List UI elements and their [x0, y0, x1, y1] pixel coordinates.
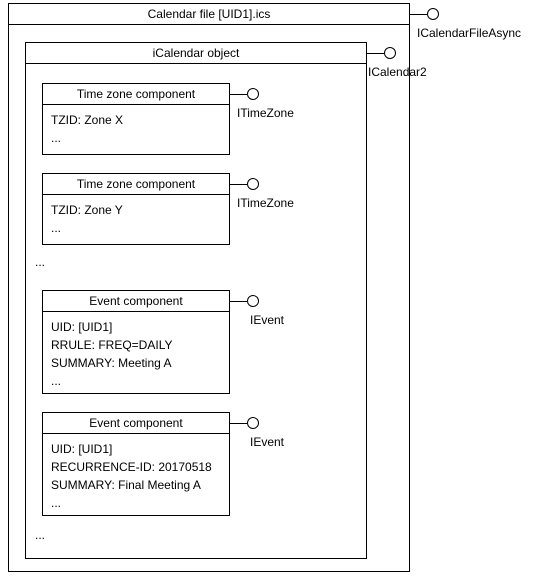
ellipsis-line: ... — [51, 494, 221, 512]
timezone-component-1-body: TZID: Zone X ... — [43, 105, 229, 153]
summary-line: SUMMARY: Final Meeting A — [51, 476, 221, 494]
interface-label-icalendar: ICalendar2 — [368, 65, 427, 79]
calendar-file-title: Calendar file [UID1].ics — [9, 4, 409, 25]
timezone-component-2-body: TZID: Zone Y ... — [43, 195, 229, 243]
interface-circle-icon — [427, 8, 439, 20]
icalendar-object-title: iCalendar object — [26, 43, 366, 64]
interface-circle-icon — [247, 295, 259, 307]
tzid-line: TZID: Zone Y — [51, 201, 221, 219]
section-ellipsis: ... — [35, 528, 45, 542]
interface-label-tz1: ITimeZone — [237, 106, 294, 120]
event-component-2-body: UID: [UID1] RECURRENCE-ID: 20170518 SUMM… — [43, 434, 229, 518]
interface-circle-icon — [384, 47, 396, 59]
interface-label-ev1: IEvent — [250, 313, 284, 327]
lollipop-line-calendar-file — [409, 14, 427, 15]
event-component-1-title: Event component — [43, 291, 229, 312]
ellipsis-line: ... — [51, 129, 221, 147]
timezone-component-1-box: Time zone component TZID: Zone X ... — [42, 83, 230, 155]
timezone-component-2-box: Time zone component TZID: Zone Y ... — [42, 173, 230, 245]
tzid-line: TZID: Zone X — [51, 111, 221, 129]
lollipop-line-ev1 — [229, 301, 247, 302]
timezone-component-2-title: Time zone component — [43, 174, 229, 195]
lollipop-line-ev2 — [229, 423, 247, 424]
interface-circle-icon — [247, 88, 259, 100]
recurrence-id-line: RECURRENCE-ID: 20170518 — [51, 458, 221, 476]
lollipop-line-tz1 — [229, 94, 247, 95]
lollipop-line-tz2 — [229, 184, 247, 185]
ellipsis-line: ... — [51, 219, 221, 237]
uid-line: UID: [UID1] — [51, 318, 221, 336]
interface-circle-icon — [247, 178, 259, 190]
section-ellipsis: ... — [35, 255, 45, 269]
interface-label-calendar-file: ICalendarFileAsync — [417, 26, 521, 40]
interface-label-tz2: ITimeZone — [237, 196, 294, 210]
summary-line: SUMMARY: Meeting A — [51, 354, 221, 372]
ellipsis-line: ... — [51, 372, 221, 390]
lollipop-line-icalendar — [366, 53, 384, 54]
interface-label-ev2: IEvent — [250, 435, 284, 449]
event-component-2-title: Event component — [43, 413, 229, 434]
event-component-2-box: Event component UID: [UID1] RECURRENCE-I… — [42, 412, 230, 516]
event-component-1-body: UID: [UID1] RRULE: FREQ=DAILY SUMMARY: M… — [43, 312, 229, 396]
timezone-component-1-title: Time zone component — [43, 84, 229, 105]
rrule-line: RRULE: FREQ=DAILY — [51, 336, 221, 354]
interface-circle-icon — [247, 417, 259, 429]
event-component-1-box: Event component UID: [UID1] RRULE: FREQ=… — [42, 290, 230, 394]
uid-line: UID: [UID1] — [51, 440, 221, 458]
